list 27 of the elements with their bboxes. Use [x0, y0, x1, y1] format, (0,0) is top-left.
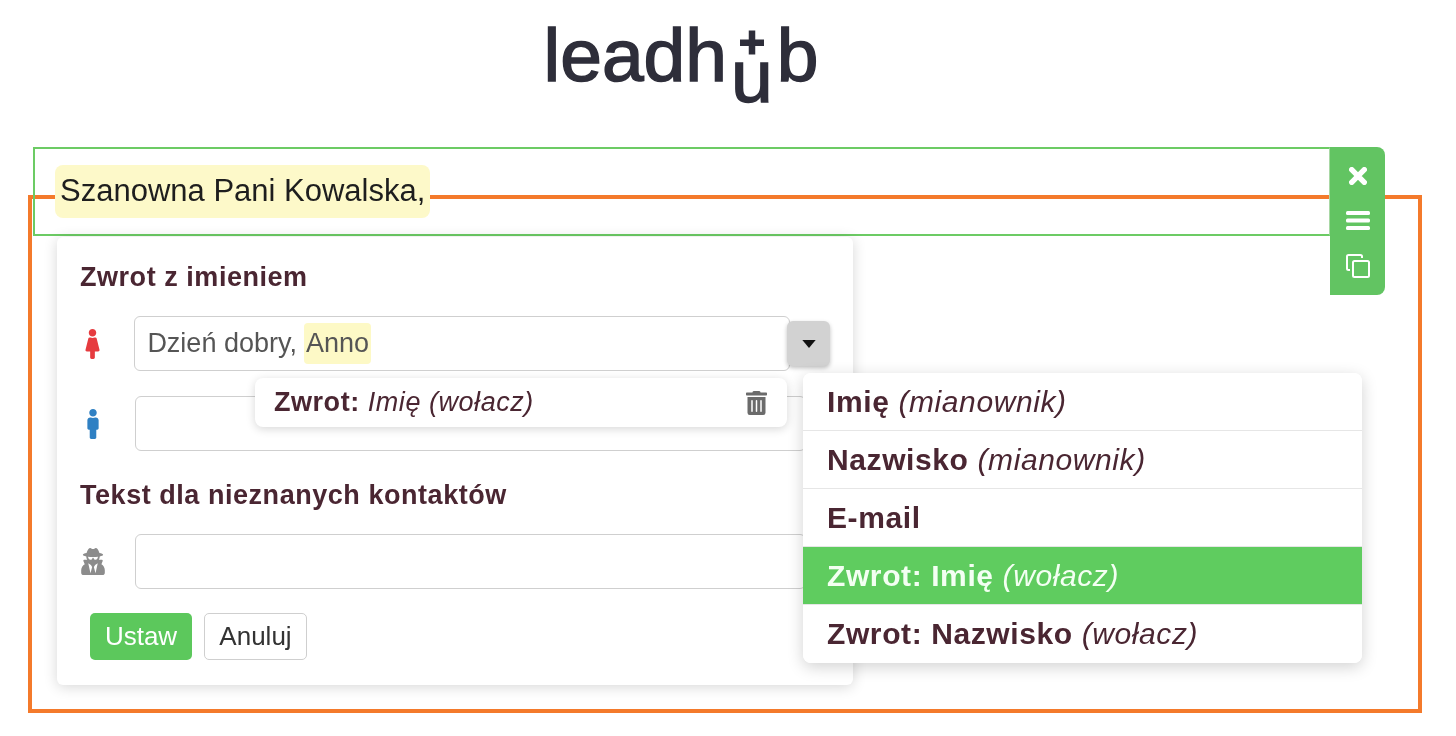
menu-item[interactable]: E-mail	[803, 489, 1362, 547]
close-icon	[1348, 166, 1367, 185]
menu-item[interactable]: Nazwisko (mianownik)	[803, 431, 1362, 489]
delete-button[interactable]	[746, 390, 767, 415]
token-label: Zwrot: Imię (wołacz)	[274, 386, 534, 420]
logo-wordmark: leadh	[543, 18, 728, 93]
section-title: Zwrot z imieniem	[80, 261, 308, 293]
female-icon	[85, 328, 101, 359]
spy-icon	[81, 548, 105, 575]
trash-icon	[746, 390, 767, 415]
text-editor[interactable]: Szanowna Pani Kowalska,	[33, 147, 1330, 236]
cancel-button[interactable]: Anuluj	[204, 613, 307, 660]
input-field[interactable]: Dzień dobry, Anno	[134, 316, 791, 371]
caret-icon	[801, 339, 816, 348]
dropdown-button[interactable]	[787, 321, 830, 366]
logo-wordmark: b	[776, 18, 819, 93]
name-token[interactable]: Anno	[303, 323, 371, 364]
menu-item[interactable]: Imię (mianownik)	[803, 373, 1362, 431]
section-title: Tekst dla nieznanych kontaktów	[80, 479, 507, 511]
menu-item[interactable]: Zwrot: Nazwisko (wołacz)	[803, 605, 1362, 663]
input-field[interactable]	[135, 534, 806, 589]
male-icon	[87, 408, 99, 439]
plus-icon	[739, 30, 764, 55]
greeting-text: Szanowna Pani Kowalska,	[55, 165, 431, 218]
menu-icon	[1345, 211, 1370, 230]
copy-icon	[1345, 253, 1370, 278]
logo-wordmark: u	[731, 60, 773, 103]
